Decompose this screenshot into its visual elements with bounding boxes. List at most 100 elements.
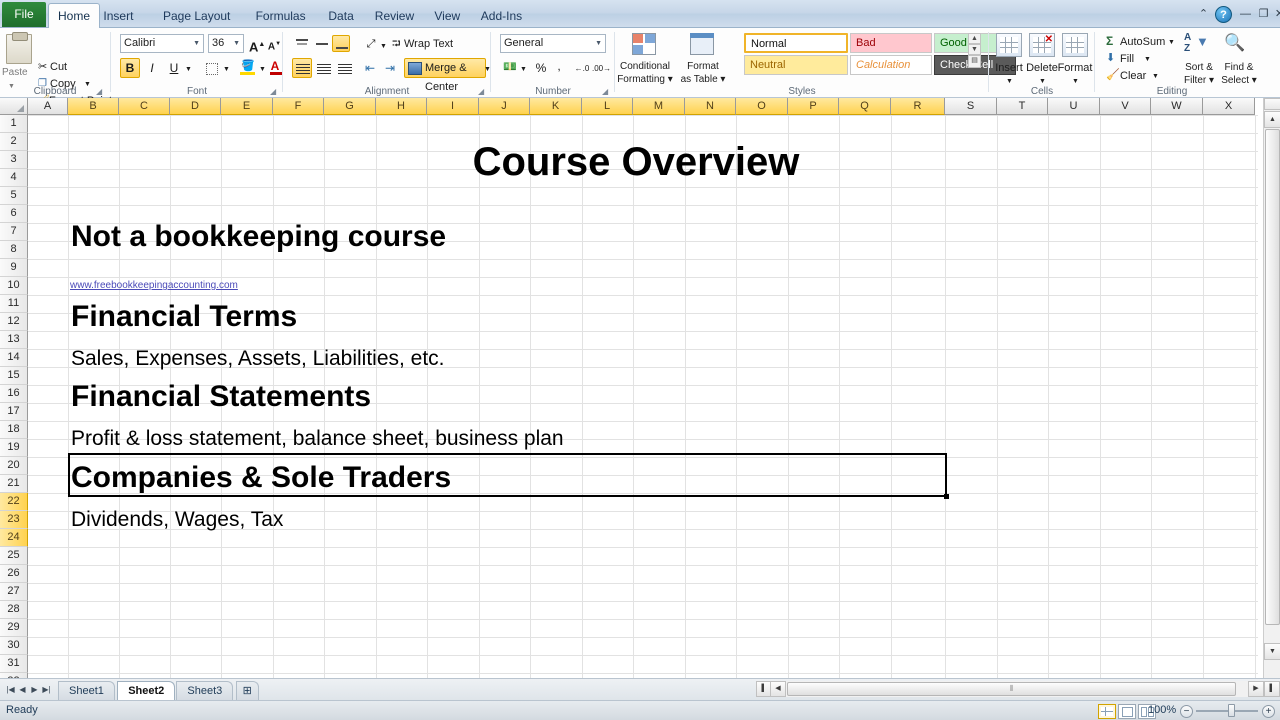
align-left-icon[interactable] bbox=[292, 58, 312, 78]
column-header-T[interactable]: T bbox=[997, 98, 1048, 115]
conditional-formatting-label-1[interactable]: Conditional bbox=[616, 60, 674, 74]
number-format-combo[interactable]: General ▼ bbox=[500, 34, 606, 53]
cell-area[interactable]: Course Overview Not a bookkeeping course w… bbox=[28, 115, 1258, 678]
styles-more[interactable]: ▤ bbox=[968, 55, 981, 68]
sheet-tab-sheet1[interactable]: Sheet1 bbox=[58, 681, 115, 701]
row-header-31[interactable]: 31 bbox=[0, 655, 28, 673]
increase-decimal-button[interactable]: ←.0 bbox=[572, 58, 592, 78]
scroll-up-button[interactable]: ▲ bbox=[1264, 111, 1280, 128]
row-header-10[interactable]: 10 bbox=[0, 277, 28, 295]
column-header-C[interactable]: C bbox=[119, 98, 170, 115]
row-header-11[interactable]: 11 bbox=[0, 295, 28, 313]
sheet-tab-sheet2[interactable]: Sheet2 bbox=[117, 681, 176, 701]
ribbon-tab-view[interactable]: View bbox=[425, 4, 469, 28]
orientation-caret-icon[interactable]: ▼ bbox=[380, 40, 387, 54]
row-header-15[interactable]: 15 bbox=[0, 367, 28, 385]
alignment-dialog-launcher[interactable]: ◢ bbox=[478, 87, 487, 96]
row-header-27[interactable]: 27 bbox=[0, 583, 28, 601]
bold-button[interactable]: B bbox=[120, 58, 140, 78]
insert-cells-icon[interactable] bbox=[996, 33, 1022, 57]
row-header-14[interactable]: 14 bbox=[0, 349, 28, 367]
ribbon-tab-add-ins[interactable]: Add-Ins bbox=[472, 4, 531, 28]
comma-style-button[interactable]: , bbox=[550, 58, 568, 78]
column-header-I[interactable]: I bbox=[427, 98, 479, 115]
row-header-16[interactable]: 16 bbox=[0, 385, 28, 403]
cell-style-normal[interactable]: Normal bbox=[744, 33, 848, 53]
row-header-21[interactable]: 21 bbox=[0, 475, 28, 493]
borders-caret-icon[interactable]: ▼ bbox=[223, 63, 230, 77]
font-name-combo[interactable]: Calibri ▼ bbox=[120, 34, 204, 53]
column-header-W[interactable]: W bbox=[1151, 98, 1203, 115]
paste-icon[interactable] bbox=[6, 32, 32, 64]
format-as-table-label-2[interactable]: as Table ▾ bbox=[678, 73, 728, 87]
sheet-tab-sheet3[interactable]: Sheet3 bbox=[176, 681, 234, 701]
format-as-table-label-1[interactable]: Format bbox=[678, 60, 728, 74]
percent-style-button[interactable]: % bbox=[532, 58, 550, 78]
ribbon-tab-data[interactable]: Data bbox=[319, 4, 362, 28]
autosum-caret-icon[interactable]: ▼ bbox=[1168, 36, 1175, 50]
italic-button[interactable]: I bbox=[142, 58, 162, 78]
column-header-B[interactable]: B bbox=[68, 98, 119, 115]
ribbon-tab-review[interactable]: Review bbox=[366, 4, 423, 28]
scroll-right-button[interactable]: ▶ bbox=[1248, 681, 1264, 697]
column-header-L[interactable]: L bbox=[582, 98, 633, 115]
row-header-2[interactable]: 2 bbox=[0, 133, 28, 151]
zoom-slider[interactable] bbox=[1196, 710, 1258, 712]
row-header-7[interactable]: 7 bbox=[0, 223, 28, 241]
row-header-25[interactable]: 25 bbox=[0, 547, 28, 565]
underline-caret-icon[interactable]: ▼ bbox=[185, 63, 192, 77]
scroll-left-button[interactable]: ◀ bbox=[770, 681, 786, 697]
grow-font-button[interactable]: A▲ bbox=[248, 34, 265, 54]
row-header-1[interactable]: 1 bbox=[0, 115, 28, 133]
page-layout-view-button[interactable] bbox=[1118, 704, 1136, 719]
fill-caret-icon[interactable]: ▼ bbox=[1144, 53, 1151, 67]
normal-view-button[interactable] bbox=[1098, 704, 1116, 719]
cell-style-calc[interactable]: Calculation bbox=[850, 55, 932, 75]
row-header-9[interactable]: 9 bbox=[0, 259, 28, 277]
row-header-19[interactable]: 19 bbox=[0, 439, 28, 457]
decrease-decimal-button[interactable]: .00→ bbox=[591, 58, 611, 78]
row-header-17[interactable]: 17 bbox=[0, 403, 28, 421]
align-top-icon[interactable] bbox=[292, 35, 310, 52]
number-dialog-launcher[interactable]: ◢ bbox=[602, 87, 611, 96]
horizontal-scrollbar[interactable]: ▌ ◀ ⦀ ▶ ▌ bbox=[756, 681, 1280, 697]
ribbon-minimize-icon[interactable]: ⌃ bbox=[1196, 7, 1211, 22]
ribbon-tab-insert[interactable]: Insert bbox=[94, 4, 142, 28]
insert-sheet-icon[interactable]: ⊞ bbox=[235, 681, 259, 701]
find-select-label-1[interactable]: Find & bbox=[1218, 61, 1260, 75]
column-header-V[interactable]: V bbox=[1100, 98, 1151, 115]
autosum-button[interactable]: AutoSum bbox=[1120, 35, 1165, 49]
conditional-formatting-label-2[interactable]: Formatting ▾ bbox=[616, 73, 674, 87]
styles-scroll-down[interactable]: ▼ bbox=[968, 44, 981, 55]
cell-style-neutral[interactable]: Neutral bbox=[744, 55, 848, 75]
font-dialog-launcher[interactable]: ◢ bbox=[270, 87, 279, 96]
column-header-J[interactable]: J bbox=[479, 98, 530, 115]
column-header-D[interactable]: D bbox=[170, 98, 221, 115]
row-header-23[interactable]: 23 bbox=[0, 511, 28, 529]
row-header-5[interactable]: 5 bbox=[0, 187, 28, 205]
help-icon[interactable]: ? bbox=[1215, 6, 1232, 23]
row-header-30[interactable]: 30 bbox=[0, 637, 28, 655]
selected-cell-outline[interactable] bbox=[68, 453, 949, 499]
align-bottom-icon[interactable] bbox=[332, 35, 350, 52]
decrease-indent-icon[interactable]: ⇤ bbox=[360, 58, 380, 78]
cut-button[interactable]: Cut bbox=[50, 60, 67, 74]
row-header-4[interactable]: 4 bbox=[0, 169, 28, 187]
zoom-out-button[interactable]: − bbox=[1180, 705, 1193, 718]
column-header-X[interactable]: X bbox=[1203, 98, 1255, 115]
align-middle-icon[interactable] bbox=[312, 35, 330, 52]
column-header-O[interactable]: O bbox=[736, 98, 788, 115]
cell-style-bad[interactable]: Bad bbox=[850, 33, 932, 53]
column-header-A[interactable]: A bbox=[28, 98, 68, 115]
vertical-split-handle[interactable] bbox=[1264, 98, 1280, 110]
accounting-format-icon[interactable]: 💵 bbox=[500, 58, 520, 78]
zoom-level[interactable]: 100% bbox=[1148, 704, 1176, 716]
horizontal-scroll-thumb[interactable]: ⦀ bbox=[787, 682, 1236, 696]
row-header-13[interactable]: 13 bbox=[0, 331, 28, 349]
column-header-S[interactable]: S bbox=[945, 98, 997, 115]
column-header-N[interactable]: N bbox=[685, 98, 736, 115]
select-all-corner[interactable] bbox=[0, 98, 28, 115]
row-header-12[interactable]: 12 bbox=[0, 313, 28, 331]
wrap-text-button[interactable]: Wrap Text bbox=[404, 37, 453, 51]
row-header-28[interactable]: 28 bbox=[0, 601, 28, 619]
